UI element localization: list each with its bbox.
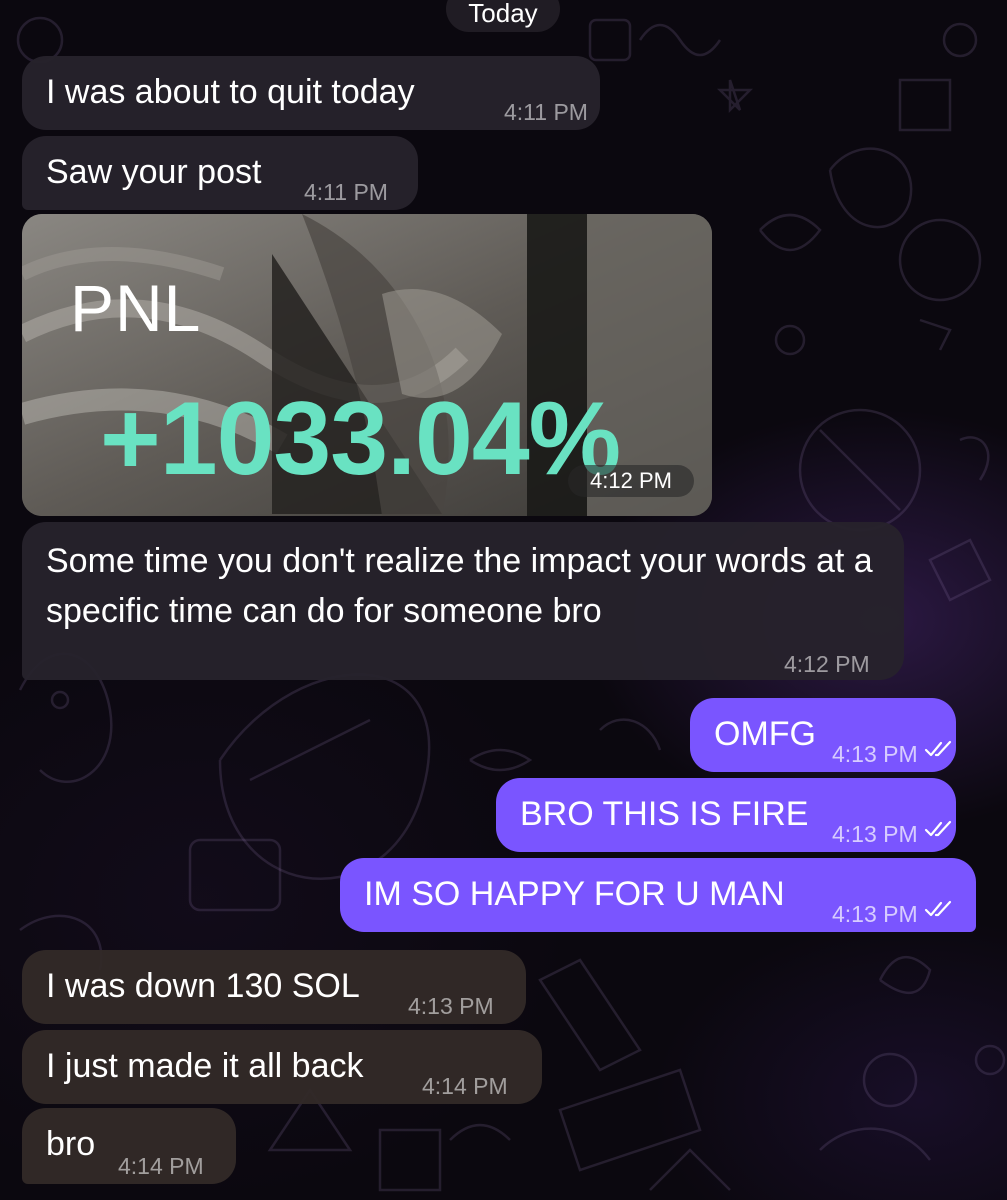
message-text: Saw your post (46, 153, 262, 191)
double-check-icon (924, 820, 952, 837)
message-text: bro (46, 1125, 96, 1163)
message-time: 4:12 PM (784, 651, 870, 677)
message-time: 4:11 PM (304, 179, 388, 205)
message-time: 4:13 PM (832, 741, 918, 767)
pnl-label: PNL (70, 271, 202, 345)
message-time: 4:11 PM (504, 99, 588, 125)
message-bubble-outgoing[interactable]: OMFG 4:13 PM (690, 698, 956, 772)
message-bubble-incoming[interactable]: Some time you don't realize the impact y… (22, 522, 904, 680)
photo-timestamp: 4:12 PM (568, 465, 694, 497)
message-bubble-incoming[interactable]: I just made it all back 4:14 PM (22, 1030, 542, 1104)
message-time: 4:13 PM (832, 901, 918, 927)
message-text: BRO THIS IS FIRE (520, 795, 809, 833)
message-bubble-incoming[interactable]: bro 4:14 PM (22, 1108, 236, 1184)
message-bubble-outgoing[interactable]: BRO THIS IS FIRE 4:13 PM (496, 778, 956, 852)
message-text: Some time you don't realize the impact y… (46, 542, 873, 630)
message-time: 4:14 PM (422, 1073, 508, 1099)
message-text: I just made it all back (46, 1047, 364, 1085)
message-text: IM SO HAPPY FOR U MAN (364, 875, 785, 913)
message-text: OMFG (714, 715, 816, 753)
pnl-value: +1033.04% (100, 381, 621, 497)
message-text: I was about to quit today (46, 73, 415, 111)
date-divider: Today (446, 0, 560, 32)
message-bubble-incoming[interactable]: I was about to quit today 4:11 PM (22, 56, 600, 130)
message-text: I was down 130 SOL (46, 967, 360, 1005)
message-bubble-incoming[interactable]: I was down 130 SOL 4:13 PM (22, 950, 526, 1024)
message-bubble-incoming[interactable]: Saw your post 4:11 PM (22, 136, 418, 210)
double-check-icon (924, 900, 952, 917)
message-time: 4:13 PM (408, 993, 494, 1019)
message-bubble-outgoing[interactable]: IM SO HAPPY FOR U MAN 4:13 PM (340, 858, 976, 932)
double-check-icon (924, 740, 952, 757)
message-time: 4:13 PM (832, 821, 918, 847)
message-time: 4:14 PM (118, 1153, 204, 1179)
